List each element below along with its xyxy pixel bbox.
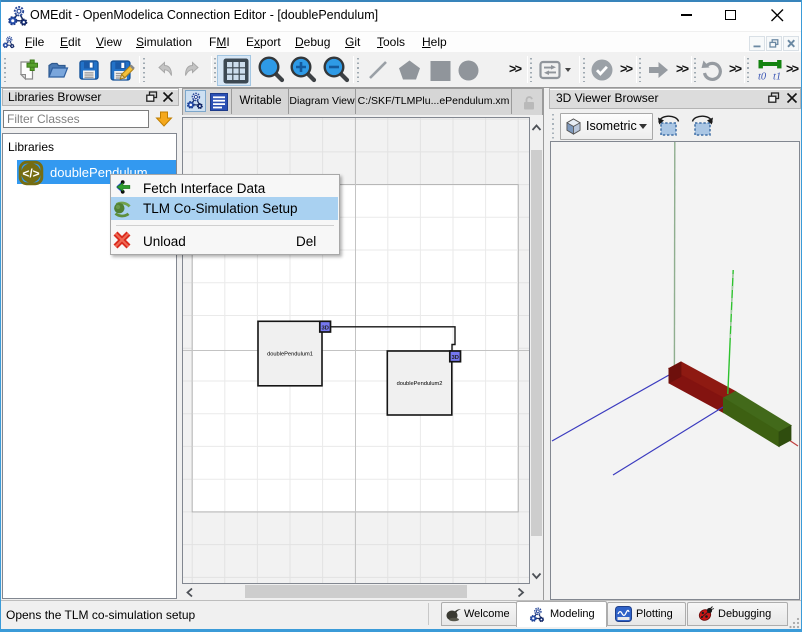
svg-text:</>: </> bbox=[22, 166, 39, 180]
svg-text:doublePendulum1: doublePendulum1 bbox=[267, 352, 313, 358]
svg-text:t1: t1 bbox=[773, 72, 781, 83]
svg-text:3D: 3D bbox=[451, 355, 458, 361]
svg-text:3D: 3D bbox=[321, 325, 328, 331]
svg-text:doublePendulum2: doublePendulum2 bbox=[397, 381, 443, 387]
svg-text:t0: t0 bbox=[758, 72, 767, 83]
